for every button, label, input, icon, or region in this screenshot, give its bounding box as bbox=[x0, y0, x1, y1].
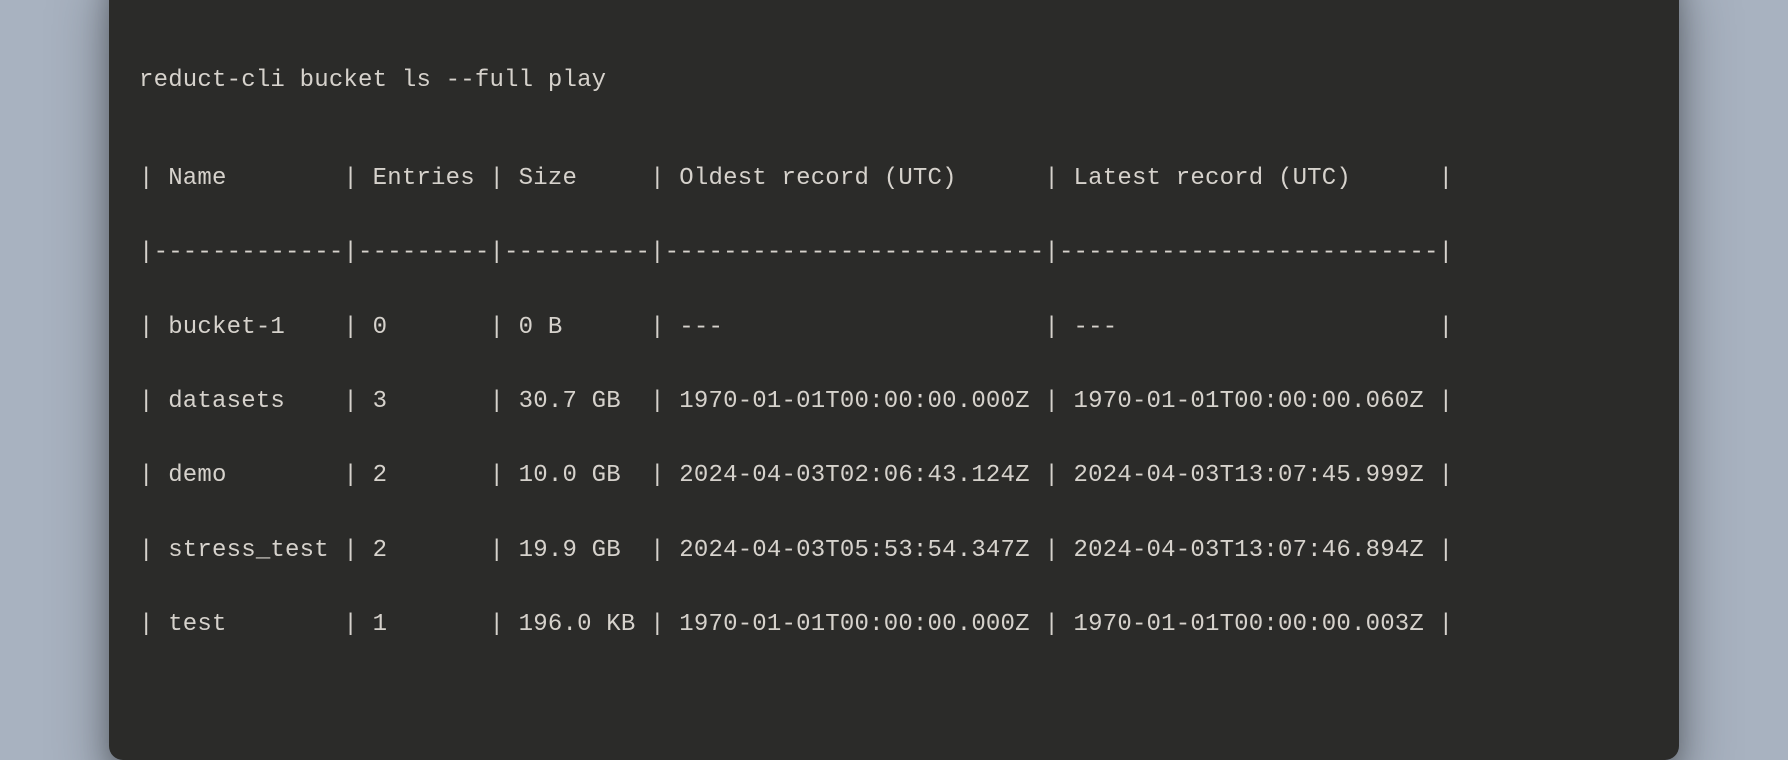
table-row: | stress_test | 2 | 19.9 GB | 2024-04-03… bbox=[139, 532, 1649, 569]
terminal-body[interactable]: reduct-cli bucket ls --full play | Name … bbox=[109, 6, 1679, 759]
table-row: | demo | 2 | 10.0 GB | 2024-04-03T02:06:… bbox=[139, 457, 1649, 494]
table-divider: |-------------|---------|----------|----… bbox=[139, 234, 1649, 271]
table-row: | datasets | 3 | 30.7 GB | 1970-01-01T00… bbox=[139, 383, 1649, 420]
table-row: | bucket-1 | 0 | 0 B | --- | --- | bbox=[139, 309, 1649, 346]
table-row: | test | 1 | 196.0 KB | 1970-01-01T00:00… bbox=[139, 606, 1649, 643]
terminal-window: reduct-cli bucket ls --full play | Name … bbox=[109, 0, 1679, 760]
table-header: | Name | Entries | Size | Oldest record … bbox=[139, 160, 1649, 197]
command-line: reduct-cli bucket ls --full play bbox=[139, 62, 1649, 99]
